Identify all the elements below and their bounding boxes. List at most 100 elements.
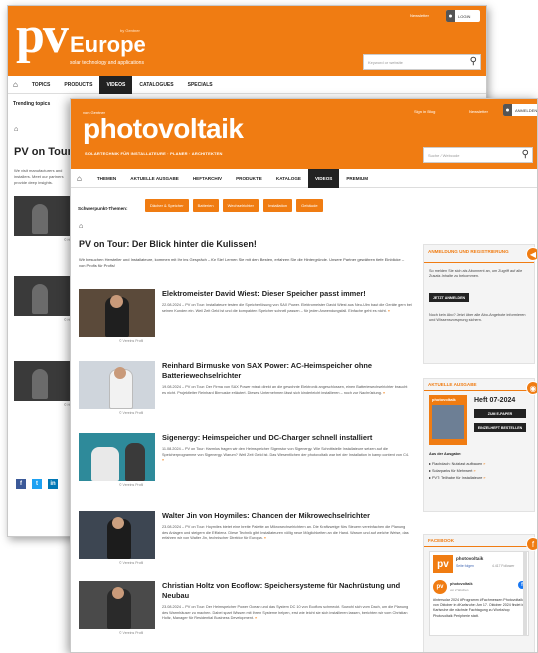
issue-item[interactable]: Flachdach: Nutzlast aufbauen » [429, 461, 486, 468]
nav-kataloge[interactable]: KATALOGE [269, 169, 308, 188]
widget-scrollbar[interactable] [523, 551, 527, 636]
article-title[interactable]: Sigenergy: Heimspeicher und DC-Charger s… [162, 433, 412, 443]
facebook-icon[interactable]: f [16, 479, 26, 489]
article-item: © Vereins Profil Sigenergy: Heimspeicher… [79, 433, 414, 493]
nav-products[interactable]: PRODUCTS [57, 76, 99, 94]
read-more-icon: » [162, 458, 165, 463]
issue-contents-label: Aus der Ausgabe: [429, 452, 462, 456]
article-thumbnail[interactable] [79, 511, 155, 559]
search-icon[interactable]: ⚲ [470, 56, 477, 67]
register-button[interactable]: JETZT ANMELDEN [429, 293, 469, 302]
issue-item[interactable]: PVT: Teilhabe für Installateure » [429, 475, 486, 482]
issue-icon: ◉ [526, 381, 537, 395]
read-more-icon: » [382, 390, 386, 395]
magazine-cover[interactable]: photovoltaik [429, 395, 467, 445]
focus-topics-chips: Dächer & Speicher Batterien Wechselricht… [145, 199, 323, 212]
epaper-button[interactable]: ZUM E-PAPER [474, 409, 526, 418]
nav-catalogues[interactable]: CATALOGUES [132, 76, 180, 94]
photovoltaik-header: von Gentner photovoltaik SOLARTECHNIK FÜ… [71, 99, 537, 169]
article-title[interactable]: Christian Holtz von Ecoflow: Speichersys… [162, 581, 412, 601]
topic-chip[interactable]: Installation [262, 199, 293, 212]
article-thumbnail[interactable] [79, 289, 155, 337]
topic-chip[interactable]: Dächer & Speicher [145, 199, 189, 212]
search-placeholder: Suche / Webcode [428, 152, 460, 158]
breadcrumb-home-icon[interactable]: ⌂ [79, 223, 83, 230]
pv-europe-logo-europe[interactable]: Europe [70, 32, 146, 58]
facebook-heading: FACEBOOK [424, 535, 534, 547]
article-item: © Vereins Profil Elektromeister David Wi… [79, 289, 414, 349]
thumbnail-credit: © Vereins Profil [119, 561, 144, 565]
read-more-icon: » [387, 308, 390, 313]
registration-box: ANMELDUNG UND REGISTRIERUNG ◀ So melden … [423, 244, 537, 364]
pv-europe-logo-pv[interactable]: pv [16, 8, 69, 64]
post-avatar: pv [433, 580, 447, 594]
order-issue-button[interactable]: EINZELHEFT BESTELLEN [474, 423, 526, 432]
topic-chip[interactable]: Gebäude [296, 199, 323, 212]
page-title: PV on Tour [14, 146, 72, 158]
video-thumbnail[interactable] [14, 276, 70, 316]
main-nav: ⌂ THEMEN AKTUELLE AUSGABE HEFTARCHIV PRO… [71, 168, 537, 188]
photovoltaik-logo[interactable]: photovoltaik [83, 113, 244, 145]
topic-chip[interactable]: Wechselrichter [222, 199, 259, 212]
newsletter-link[interactable]: Newsletter [410, 13, 429, 18]
home-icon[interactable]: ⌂ [8, 76, 25, 94]
follow-page-button[interactable]: Seite folgen [456, 564, 474, 568]
article-teaser: 19.08.2024 – PV on Tour: Der Firma von S… [162, 385, 408, 395]
video-thumbnail[interactable] [14, 361, 70, 401]
article-teaser: 22.08.2024 – PV on Tour: Installateure t… [162, 303, 412, 313]
pv-europe-header: pv Europe by Gentner solar technology an… [8, 6, 486, 76]
current-issue-heading: AKTUELLE AUSGABE [424, 379, 534, 391]
article-teaser: 23.08.2024 – PV on Tour: Hoymiles bietet… [162, 525, 409, 541]
post-author[interactable]: photovoltaik [450, 582, 473, 586]
nav-videos[interactable]: VIDEOS [99, 75, 133, 94]
article-title[interactable]: Reinhard Birmuske von SAX Power: AC-Heim… [162, 361, 412, 381]
nav-produkte[interactable]: PRODUKTE [229, 169, 269, 188]
nav-specials[interactable]: SPECIALS [181, 76, 220, 94]
login-button[interactable]: ● LOGIN [446, 10, 480, 22]
facebook-page-name[interactable]: photovoltaik [456, 556, 483, 561]
article-title[interactable]: Walter Jin von Hoymiles: Chancen der Mik… [162, 511, 412, 521]
main-nav: ⌂ TOPICS PRODUCTS VIDEOS CATALOGUES SPEC… [8, 75, 486, 94]
thumbnail-credit: © Vereins Profil [119, 483, 144, 487]
breadcrumb-home-icon[interactable]: ⌂ [14, 126, 18, 133]
subscription-text: Noch kein Abo? Jetzt über alle Abo-Angeb… [429, 313, 526, 323]
thumbnail-credit: © Vereins Profil [119, 339, 144, 343]
video-thumbnail[interactable] [14, 196, 70, 236]
facebook-page-widget[interactable]: pv photovoltaik Seite folgen 4.417 Follo… [429, 551, 529, 636]
login-label: ANMELDEN [515, 107, 538, 113]
nav-videos[interactable]: VIDEOS [307, 168, 340, 188]
nav-themen[interactable]: THEMEN [90, 169, 123, 188]
search-icon[interactable]: ⚲ [522, 149, 529, 160]
article-item: © Vereins Profil Reinhard Birmuske von S… [79, 361, 414, 421]
current-issue-box: AKTUELLE AUSGABE ◉ photovoltaik Heft 07-… [423, 378, 537, 512]
article-thumbnail[interactable] [79, 361, 155, 409]
newsletter-link[interactable]: Newsletter [469, 109, 488, 114]
sign-in-link[interactable]: Sign in Blog [414, 109, 435, 114]
issue-item[interactable]: Solarparks für Mehrwert » [429, 468, 486, 475]
issue-title: Heft 07-2024 [474, 397, 516, 404]
article-thumbnail[interactable] [79, 581, 155, 629]
issue-contents-list: Flachdach: Nutzlast aufbauen » Solarpark… [429, 461, 486, 482]
article-thumbnail[interactable] [79, 433, 155, 481]
article-item: © Vereins Profil Christian Holtz von Eco… [79, 581, 414, 651]
read-more-icon: » [263, 536, 266, 541]
search-input[interactable]: Keyword or website ⚲ [363, 54, 481, 70]
read-more-icon: » [255, 616, 258, 621]
nav-topics[interactable]: TOPICS [25, 76, 58, 94]
nav-heftarchiv[interactable]: HEFTARCHIV [186, 169, 229, 188]
registration-text: So melden Sie sich als Abonnent an, um Z… [429, 269, 523, 279]
trending-topics-label: Trending topics [13, 101, 51, 107]
pv-europe-logo-by: by Gentner [120, 28, 140, 33]
article-title[interactable]: Elektromeister David Wiest: Dieser Speic… [162, 289, 412, 299]
nav-aktuelle-ausgabe[interactable]: AKTUELLE AUSGABE [123, 169, 186, 188]
topic-chip[interactable]: Batterien [192, 199, 219, 212]
post-date: vor 2 Wochen [450, 588, 469, 592]
intro-text: We visit manufacturers and installers. M… [14, 168, 64, 185]
twitter-icon[interactable]: t [32, 479, 42, 489]
nav-premium[interactable]: PREMIUM [339, 169, 375, 188]
search-input[interactable]: Suche / Webcode ⚲ [423, 147, 533, 163]
login-button[interactable]: ● ANMELDEN [503, 104, 538, 116]
home-icon[interactable]: ⌂ [71, 169, 90, 188]
search-placeholder: Keyword or website [368, 59, 403, 65]
linkedin-icon[interactable]: in [48, 479, 58, 489]
